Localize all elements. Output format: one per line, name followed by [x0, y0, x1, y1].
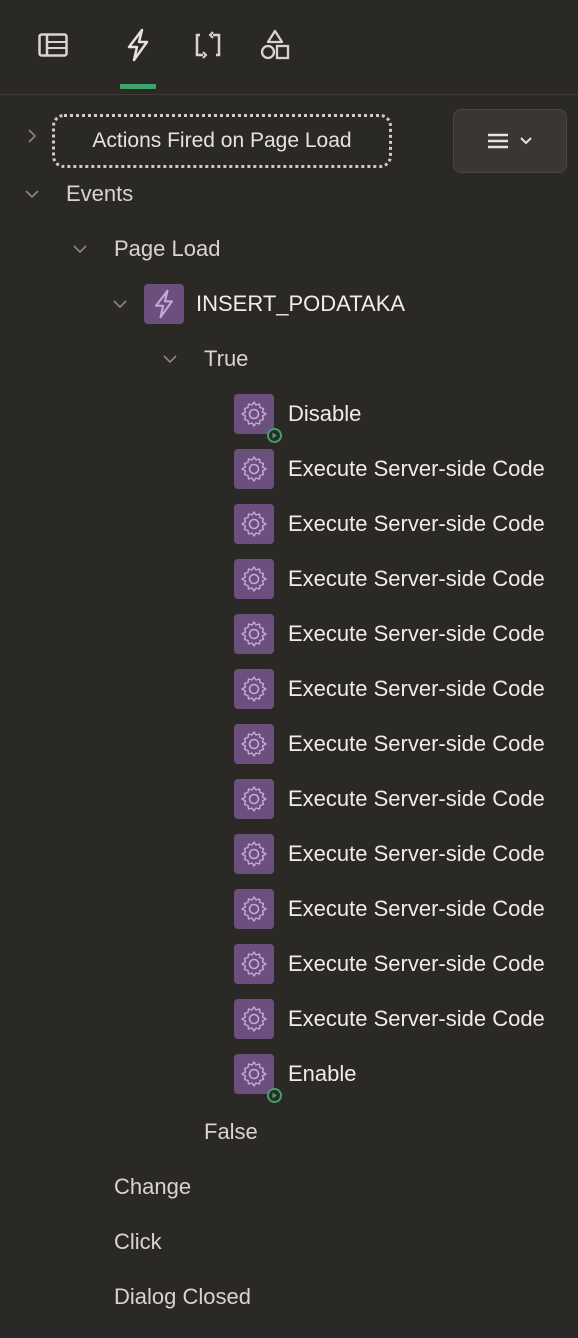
tree-label-action: Execute Server-side Code: [288, 456, 545, 481]
gear-icon: [234, 614, 274, 654]
tree-node-click[interactable]: Click: [114, 1222, 162, 1262]
menu-icon: [488, 133, 508, 149]
tree-node-action[interactable]: Disable: [234, 394, 362, 443]
gear-icon: [234, 889, 274, 929]
tree-label-action: Execute Server-side Code: [288, 731, 545, 756]
tab-dynamic-actions[interactable]: [115, 22, 161, 68]
play-icon: [267, 428, 282, 443]
tree-label-events: Events: [66, 181, 134, 206]
tree-node-action[interactable]: Execute Server-side Code: [234, 449, 545, 489]
breadcrumb-button[interactable]: Actions Fired on Page Load: [52, 114, 392, 168]
tree-node-action[interactable]: Execute Server-side Code: [234, 559, 545, 599]
gear-icon: [234, 944, 274, 984]
tree-label-false: False: [204, 1119, 258, 1144]
tree-label-action: Execute Server-side Code: [288, 841, 545, 866]
tree-node-page-load[interactable]: Page Load: [70, 229, 220, 269]
tree-label-change: Change: [114, 1174, 192, 1199]
active-tab-indicator: [120, 84, 156, 89]
tab-bar: [0, 0, 578, 95]
tree-node-action[interactable]: Enable: [234, 1054, 357, 1103]
tree-label-action: Execute Server-side Code: [288, 566, 545, 591]
tree-label-true: True: [204, 346, 249, 371]
tree-label-action: Execute Server-side Code: [288, 786, 545, 811]
tree-node-dynamic-action[interactable]: INSERT_PODATAKA: [110, 284, 405, 324]
tree-node-action[interactable]: Execute Server-side Code: [234, 944, 545, 984]
tab-shared-components[interactable]: [252, 22, 298, 68]
gear-icon: [234, 999, 274, 1039]
rendering-icon: [38, 33, 68, 57]
chevron-down-icon[interactable]: [22, 184, 42, 204]
chevron-down-icon[interactable]: [160, 349, 180, 369]
chevron-down-icon: [520, 137, 532, 145]
gear-icon: [234, 449, 274, 489]
tree-label-action: Enable: [288, 1061, 357, 1086]
tab-processing[interactable]: [185, 22, 231, 68]
tree-label-action: Execute Server-side Code: [288, 676, 545, 701]
play-icon: [267, 1088, 282, 1103]
gear-icon: [234, 669, 274, 709]
breadcrumb-expand-icon[interactable]: [27, 126, 37, 146]
tree-label-page-load: Page Load: [114, 236, 221, 261]
gear-icon: [234, 834, 274, 874]
tree-label-dialog-closed: Dialog Closed: [114, 1284, 251, 1309]
tree-label-dynamic-action: INSERT_PODATAKA: [196, 291, 406, 316]
tree-node-change[interactable]: Change: [114, 1167, 191, 1207]
tree-node-action[interactable]: Execute Server-side Code: [234, 834, 545, 874]
tree-node-action[interactable]: Execute Server-side Code: [234, 669, 545, 709]
tree-label-action: Execute Server-side Code: [288, 1006, 545, 1031]
tree-node-action[interactable]: Execute Server-side Code: [234, 779, 545, 819]
tree-label-action: Execute Server-side Code: [288, 621, 545, 646]
gear-icon: [234, 1054, 282, 1103]
gear-icon: [234, 779, 274, 819]
tree-node-dialog-closed[interactable]: Dialog Closed: [114, 1277, 251, 1317]
tree-label-action: Execute Server-side Code: [288, 896, 545, 921]
dynamic-action-icon: [144, 284, 184, 324]
tree-node-action[interactable]: Execute Server-side Code: [234, 614, 545, 654]
tree-node-action[interactable]: Execute Server-side Code: [234, 724, 545, 764]
gear-icon: [234, 559, 274, 599]
gear-icon: [234, 394, 282, 443]
lightning-icon: [127, 28, 149, 62]
tree-label-action: Disable: [288, 401, 362, 426]
tree-label-click: Click: [114, 1229, 162, 1254]
chevron-down-icon[interactable]: [70, 239, 90, 259]
gear-icon: [234, 504, 274, 544]
tree-menu-button[interactable]: [453, 109, 567, 173]
tree-node-action[interactable]: Execute Server-side Code: [234, 999, 545, 1039]
tab-rendering[interactable]: [30, 22, 76, 68]
shapes-icon: [260, 29, 290, 60]
tree-node-false[interactable]: False: [204, 1112, 258, 1152]
chevron-down-icon[interactable]: [110, 294, 130, 314]
breadcrumb-label: Actions Fired on Page Load: [92, 129, 352, 152]
tree-node-action[interactable]: Execute Server-side Code: [234, 504, 545, 544]
tree-node-true[interactable]: True: [160, 339, 248, 379]
gear-icon: [234, 724, 274, 764]
processing-icon: [195, 31, 221, 59]
tree-node-events[interactable]: Events: [22, 174, 133, 214]
tree-label-action: Execute Server-side Code: [288, 511, 545, 536]
tree-label-action: Execute Server-side Code: [288, 951, 545, 976]
tree-node-action[interactable]: Execute Server-side Code: [234, 889, 545, 929]
